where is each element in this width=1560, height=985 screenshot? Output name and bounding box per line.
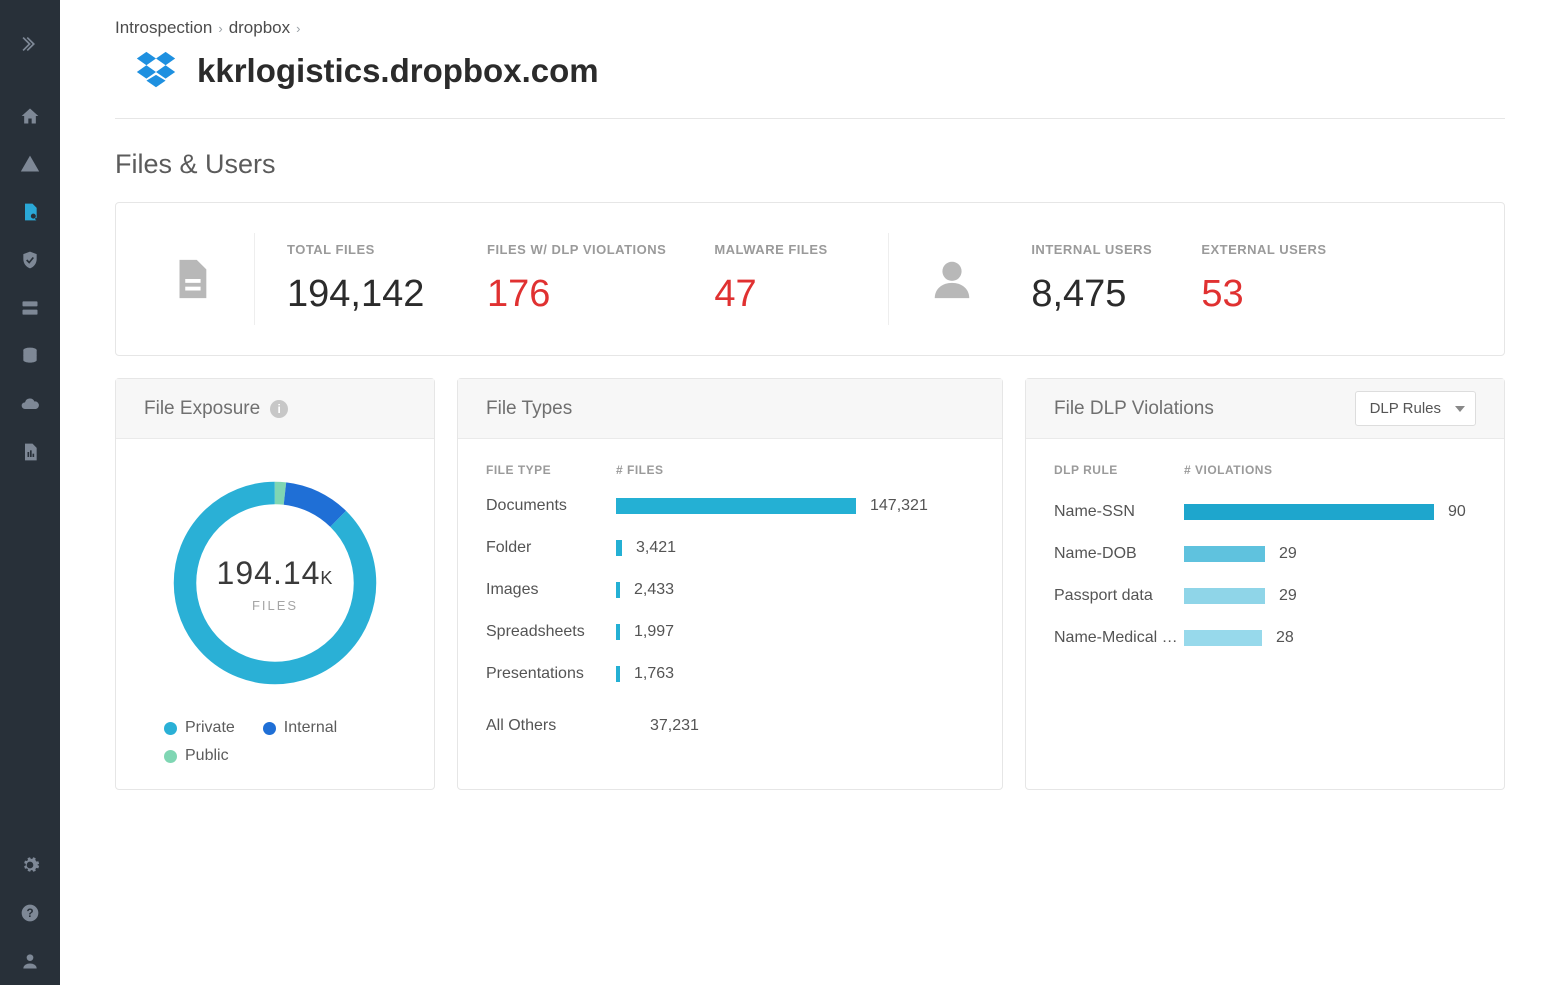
stat-label: INTERNAL USERS <box>1031 242 1153 259</box>
stat-dlp-violations[interactable]: FILES W/ DLP VIOLATIONS 176 <box>463 242 690 316</box>
dlp-rules-dropdown[interactable]: DLP Rules <box>1355 391 1476 426</box>
stat-label: MALWARE FILES <box>714 242 856 259</box>
sidebar-shield-icon[interactable] <box>0 236 60 284</box>
stat-label: TOTAL FILES <box>287 242 439 259</box>
dlp-rule-row[interactable]: Passport data29 <box>1054 587 1476 605</box>
sidebar-expand-icon[interactable] <box>0 20 60 68</box>
stat-internal-users[interactable]: INTERNAL USERS 8,475 <box>1007 242 1177 316</box>
panel-dlp-violations: File DLP Violations DLP Rules DLP RULE #… <box>1025 378 1505 790</box>
stat-malware[interactable]: MALWARE FILES 47 <box>690 242 880 316</box>
legend-item[interactable]: Internal <box>263 719 337 737</box>
sidebar-settings-icon[interactable] <box>0 841 60 889</box>
breadcrumb-separator: › <box>218 21 222 36</box>
main-content: Introspection › dropbox › kkrlogistics.d… <box>60 0 1560 985</box>
file-icon <box>136 256 246 302</box>
panel-header: File DLP Violations DLP Rules <box>1026 379 1504 439</box>
file-type-row[interactable]: Spreadsheets1,997 <box>486 623 974 641</box>
dlp-rule-row[interactable]: Name-Medical C…28 <box>1054 629 1476 647</box>
file-type-row[interactable]: Images2,433 <box>486 581 974 599</box>
dlp-header: DLP RULE # VIOLATIONS <box>1054 463 1476 477</box>
file-types-header: FILE TYPE # FILES <box>486 463 974 477</box>
breadcrumb-app[interactable]: dropbox <box>229 18 290 38</box>
dropbox-icon <box>133 48 179 94</box>
panel-file-types: File Types FILE TYPE # FILES Documents14… <box>457 378 1003 790</box>
sidebar-help-icon[interactable]: ? <box>0 889 60 937</box>
svg-text:?: ? <box>26 907 33 920</box>
stat-total-files[interactable]: TOTAL FILES 194,142 <box>263 242 463 316</box>
sidebar-cloud-icon[interactable] <box>0 380 60 428</box>
stat-value: 176 <box>487 273 666 316</box>
file-type-row[interactable]: Documents147,321 <box>486 497 974 515</box>
sidebar-alert-icon[interactable] <box>0 140 60 188</box>
sidebar-database-icon[interactable] <box>0 332 60 380</box>
file-type-row[interactable]: Folder3,421 <box>486 539 974 557</box>
breadcrumb: Introspection › dropbox › <box>115 18 1505 38</box>
donut-center: 194.14K FILES <box>144 555 406 613</box>
panel-file-exposure: File Exposure i 194.14K FILES <box>115 378 435 790</box>
stat-label: FILES W/ DLP VIOLATIONS <box>487 242 666 259</box>
page-title-row: kkrlogistics.dropbox.com <box>115 44 1505 119</box>
donut-chart[interactable]: 194.14K FILES Private Internal Public <box>144 463 406 765</box>
sidebar-server-icon[interactable] <box>0 284 60 332</box>
stat-label: EXTERNAL USERS <box>1201 242 1326 259</box>
breadcrumb-separator: › <box>296 21 300 36</box>
stat-value: 8,475 <box>1031 273 1153 316</box>
sidebar-report-icon[interactable] <box>0 428 60 476</box>
sidebar-user-icon[interactable] <box>0 937 60 985</box>
panel-header: File Exposure i <box>116 379 434 439</box>
panel-title: File DLP Violations <box>1054 398 1214 420</box>
stat-value: 53 <box>1201 273 1326 316</box>
stats-summary-card: TOTAL FILES 194,142 FILES W/ DLP VIOLATI… <box>115 202 1505 356</box>
page-title: kkrlogistics.dropbox.com <box>197 52 599 90</box>
section-title: Files & Users <box>115 149 1505 180</box>
chevron-down-icon <box>1455 406 1465 412</box>
donut-legend: Private Internal Public <box>160 719 390 765</box>
breadcrumb-root[interactable]: Introspection <box>115 18 212 38</box>
legend-item[interactable]: Public <box>164 747 229 765</box>
panel-title: File Exposure <box>144 398 260 420</box>
user-icon <box>897 256 1007 302</box>
panels-row: File Exposure i 194.14K FILES <box>115 378 1505 790</box>
legend-item[interactable]: Private <box>164 719 235 737</box>
panel-title: File Types <box>486 398 572 420</box>
info-icon[interactable]: i <box>270 400 288 418</box>
sidebar-home-icon[interactable] <box>0 92 60 140</box>
stat-value: 47 <box>714 273 856 316</box>
dlp-rule-row[interactable]: Name-DOB29 <box>1054 545 1476 563</box>
dlp-rule-row[interactable]: Name-SSN90 <box>1054 503 1476 521</box>
stat-value: 194,142 <box>287 273 439 316</box>
file-type-row[interactable]: All Others 37,231 <box>486 717 974 735</box>
stat-external-users[interactable]: EXTERNAL USERS 53 <box>1177 242 1350 316</box>
file-type-row[interactable]: Presentations1,763 <box>486 665 974 683</box>
sidebar-introspection-icon[interactable] <box>0 188 60 236</box>
sidebar: ? <box>0 0 60 985</box>
panel-header: File Types <box>458 379 1002 439</box>
